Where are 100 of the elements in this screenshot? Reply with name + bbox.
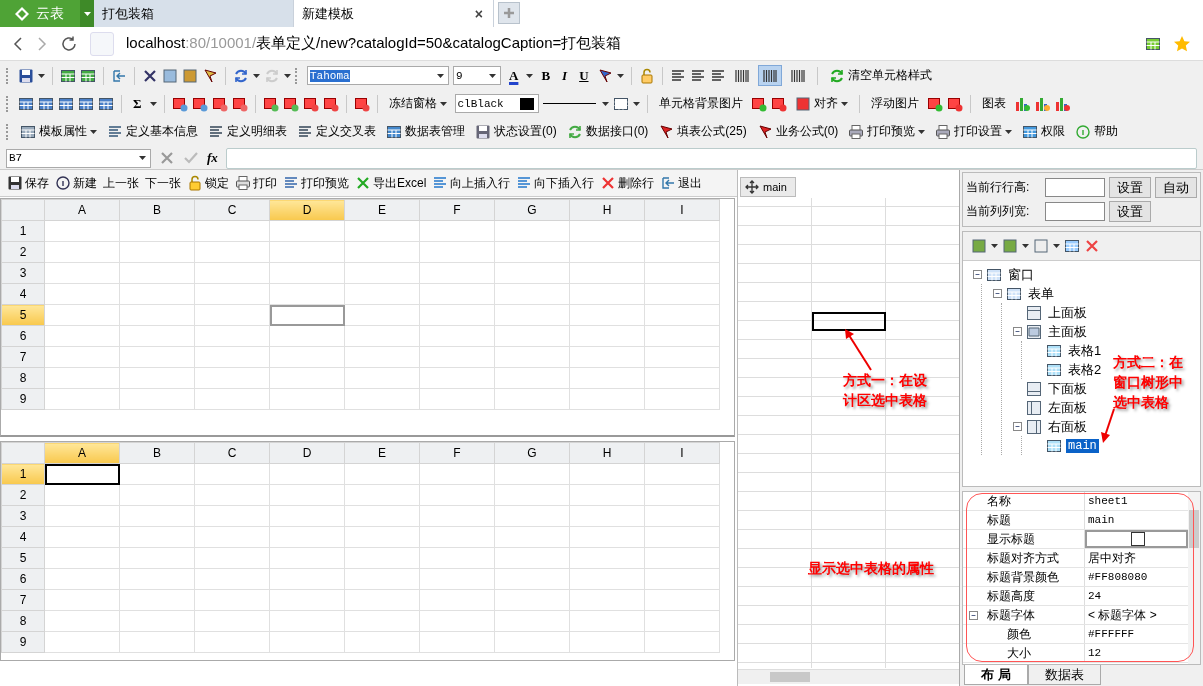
edit-chart-icon[interactable] bbox=[1033, 95, 1050, 112]
caret-icon[interactable] bbox=[439, 101, 447, 106]
caret-icon[interactable] bbox=[38, 73, 45, 78]
column-header[interactable]: A bbox=[44, 199, 120, 221]
form-button[interactable]: 导出Excel bbox=[352, 172, 430, 194]
form-button[interactable]: 打印预览 bbox=[280, 172, 352, 194]
row-header[interactable]: 5 bbox=[1, 547, 45, 569]
property-value[interactable]: sheet1 bbox=[1088, 495, 1128, 507]
column-header[interactable]: A bbox=[44, 442, 120, 464]
column-header[interactable]: D bbox=[269, 199, 345, 221]
toolbar-button[interactable]: 状态设置(0) bbox=[471, 121, 561, 142]
row-header[interactable]: 9 bbox=[1, 631, 45, 653]
column-header[interactable]: H bbox=[569, 442, 645, 464]
property-value[interactable]: 24 bbox=[1088, 590, 1102, 602]
selected-cell[interactable] bbox=[812, 312, 886, 331]
tree-item[interactable]: 表格2 bbox=[1066, 360, 1104, 379]
freeze-panes-button[interactable]: 冻结窗格 bbox=[384, 93, 451, 114]
column-header[interactable]: G bbox=[494, 442, 570, 464]
align-left-icon[interactable] bbox=[669, 67, 686, 84]
collapse-icon[interactable] bbox=[1013, 422, 1022, 431]
toolbar-button[interactable]: 帮助 bbox=[1071, 121, 1123, 142]
panel-tab[interactable]: 数据表 bbox=[1027, 665, 1101, 685]
caret-icon[interactable] bbox=[149, 101, 157, 106]
caret-icon[interactable] bbox=[489, 73, 496, 78]
distribute-button[interactable] bbox=[757, 65, 782, 86]
row-header[interactable]: 2 bbox=[1, 484, 45, 506]
reload-button[interactable] bbox=[60, 34, 78, 53]
tree-item[interactable]: 右面板 bbox=[1046, 417, 1089, 436]
column-header[interactable]: B bbox=[119, 199, 195, 221]
caret-icon[interactable] bbox=[840, 101, 848, 106]
formula-input[interactable] bbox=[225, 147, 1197, 169]
italic-button[interactable]: I bbox=[558, 65, 572, 86]
row-header[interactable]: 4 bbox=[1, 526, 45, 548]
font-size-dropdown[interactable]: 9 bbox=[453, 66, 501, 85]
scrollbar[interactable] bbox=[1188, 492, 1200, 664]
collapse-icon[interactable] bbox=[993, 289, 1002, 298]
row-header[interactable]: 8 bbox=[1, 367, 45, 389]
toolbar-button[interactable]: 定义基本信息 bbox=[103, 121, 202, 142]
column-header[interactable]: C bbox=[194, 442, 270, 464]
toolbar-button[interactable]: 数据接口(0) bbox=[562, 121, 653, 142]
lock-icon[interactable] bbox=[638, 67, 655, 84]
property-value[interactable]: 12 bbox=[1088, 647, 1102, 659]
font-color-button[interactable]: A bbox=[505, 65, 523, 86]
undo-icon[interactable] bbox=[233, 67, 249, 84]
toolbar-button[interactable]: 填表公式(25) bbox=[654, 121, 751, 142]
exit-icon[interactable] bbox=[111, 67, 127, 84]
toolbar-button[interactable]: 打印预览 bbox=[844, 121, 930, 142]
set-button[interactable]: 设置 bbox=[1109, 201, 1151, 222]
form-button[interactable]: 保存 bbox=[4, 172, 52, 194]
row-header[interactable]: 1 bbox=[1, 463, 45, 485]
caret-icon[interactable] bbox=[1053, 244, 1060, 248]
auto-button[interactable]: 自动 bbox=[1155, 177, 1197, 198]
caret-icon[interactable] bbox=[284, 73, 291, 78]
row-header[interactable]: 3 bbox=[1, 262, 45, 284]
form-button[interactable]: 上一张 bbox=[100, 172, 142, 194]
table-icon[interactable] bbox=[60, 67, 76, 84]
column-header[interactable]: F bbox=[419, 199, 495, 221]
caret-icon[interactable] bbox=[253, 73, 260, 78]
row-header[interactable]: 8 bbox=[1, 610, 45, 632]
property-value[interactable]: #FFFFFF bbox=[1088, 628, 1135, 640]
tree-item[interactable]: 下面板 bbox=[1046, 379, 1089, 398]
tree-item[interactable]: main bbox=[1066, 438, 1099, 453]
toolbar-button[interactable]: 打印设置 bbox=[931, 121, 1017, 142]
table-icon[interactable] bbox=[98, 95, 114, 112]
row-header[interactable]: 3 bbox=[1, 505, 45, 527]
row-header[interactable]: 7 bbox=[1, 346, 45, 368]
form-button[interactable]: 新建 bbox=[52, 172, 100, 194]
tree-item[interactable]: 表格1 bbox=[1066, 341, 1104, 360]
sum-button[interactable]: Σ bbox=[129, 93, 146, 114]
row-header[interactable]: 4 bbox=[1, 283, 45, 305]
row-header[interactable]: 7 bbox=[1, 589, 45, 611]
column-header[interactable]: C bbox=[194, 199, 270, 221]
row-header[interactable]: 6 bbox=[1, 568, 45, 590]
sheet-tab[interactable]: main bbox=[740, 177, 796, 197]
font-dropdown[interactable]: Tahoma bbox=[307, 66, 449, 85]
align-right-icon[interactable] bbox=[709, 67, 726, 84]
form-button[interactable]: 锁定 bbox=[184, 172, 232, 194]
float-image-button[interactable]: 浮动图片 bbox=[866, 93, 923, 114]
set-button[interactable]: 设置 bbox=[1109, 177, 1151, 198]
checkbox[interactable] bbox=[1131, 532, 1145, 546]
row-header[interactable]: 5 bbox=[1, 304, 45, 326]
property-value[interactable]: 居中对齐 bbox=[1088, 549, 1136, 567]
tree-item[interactable]: 窗口 bbox=[1006, 265, 1036, 284]
table-icon[interactable] bbox=[38, 95, 54, 112]
scrollbar[interactable] bbox=[738, 669, 959, 684]
function-button[interactable]: fx bbox=[207, 150, 218, 166]
caret-icon[interactable] bbox=[918, 129, 926, 134]
tree-item[interactable]: 左面板 bbox=[1046, 398, 1089, 417]
caret-icon[interactable] bbox=[601, 101, 609, 106]
toolbar-button[interactable]: 数据表管理 bbox=[382, 121, 469, 142]
toolbar-button[interactable]: 定义明细表 bbox=[204, 121, 291, 142]
collapse-icon[interactable] bbox=[1013, 327, 1022, 336]
form-button[interactable]: 删除行 bbox=[597, 172, 658, 194]
column-header[interactable]: D bbox=[269, 442, 345, 464]
save-icon[interactable] bbox=[18, 67, 34, 84]
table-icon[interactable] bbox=[80, 67, 96, 84]
caret-icon[interactable] bbox=[1022, 244, 1029, 248]
caret-icon[interactable] bbox=[139, 156, 146, 160]
delete-chart-icon[interactable] bbox=[1053, 95, 1070, 112]
app-menu-dropdown[interactable] bbox=[80, 0, 94, 27]
